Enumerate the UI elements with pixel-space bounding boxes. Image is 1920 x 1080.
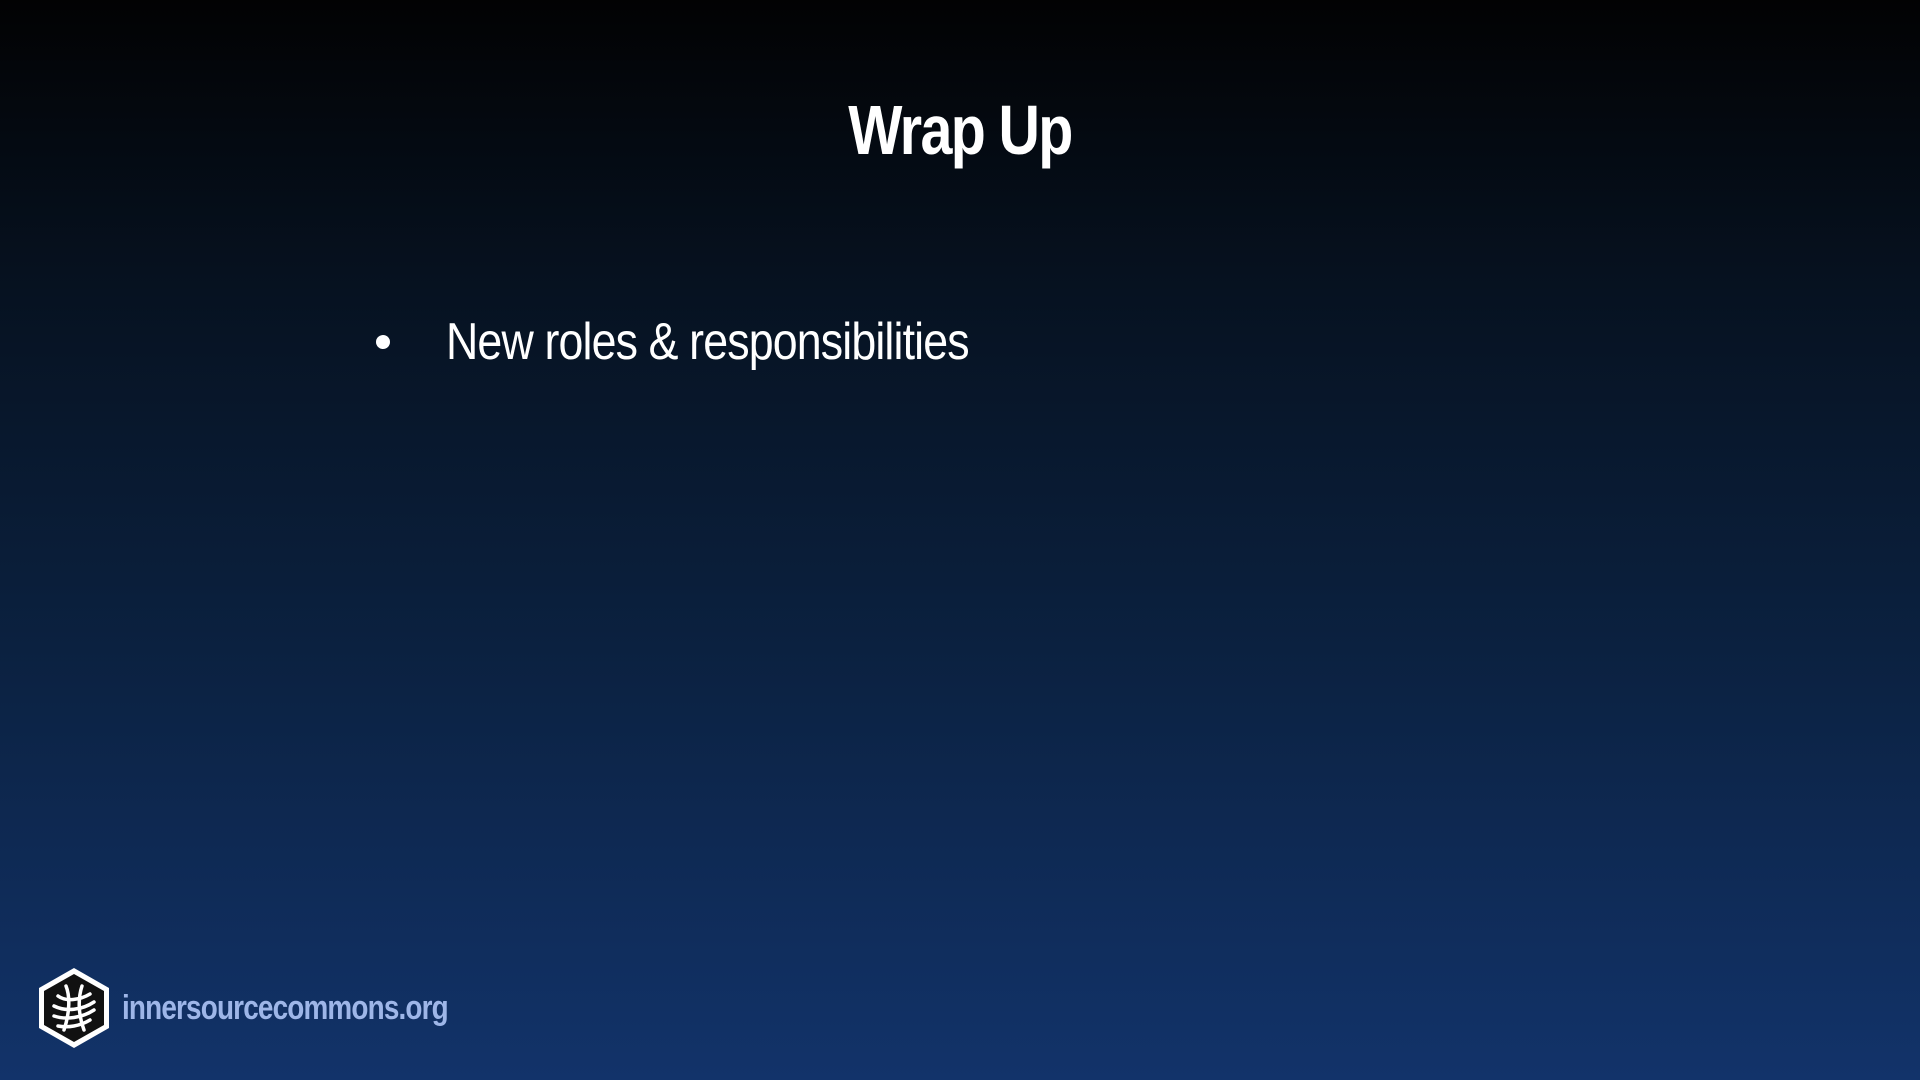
slide-title: Wrap Up [848, 91, 1073, 169]
innersource-logo-icon [39, 968, 109, 1048]
bullet-list: New roles & responsibilities [366, 306, 1054, 378]
footer-logo: innersourcecommons.org [36, 966, 519, 1050]
presentation-slide: Wrap Up New roles & responsibilities inn… [0, 0, 1920, 1080]
bullet-icon [376, 335, 390, 349]
list-item: New roles & responsibilities [366, 306, 1054, 378]
bullet-text: New roles & responsibilities [446, 313, 970, 371]
logo-text: innersourcecommons.org [122, 988, 449, 1027]
